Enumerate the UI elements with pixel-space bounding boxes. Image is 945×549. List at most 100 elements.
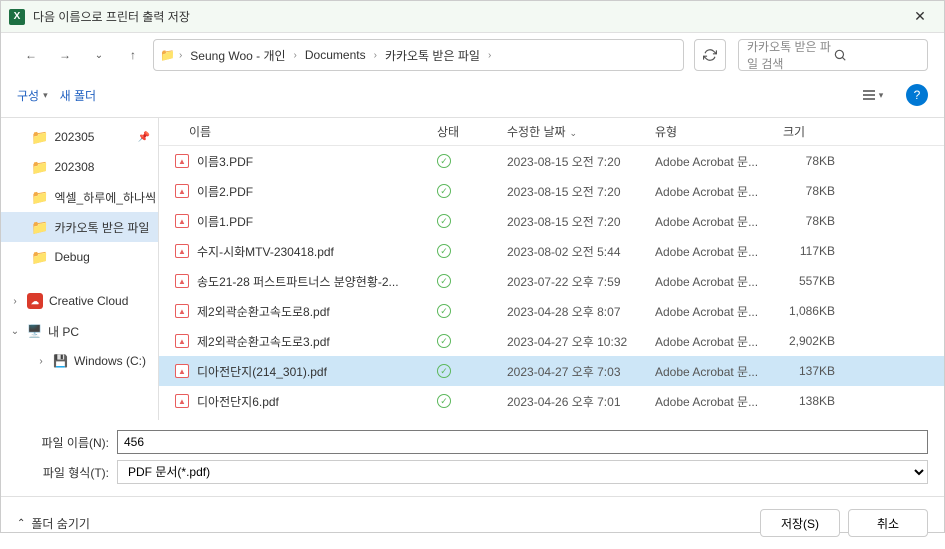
file-size: 78KB [775, 214, 855, 228]
recent-button[interactable]: ⌄ [85, 41, 113, 69]
file-list: 이름 상태 수정한 날짜⌄ 유형 크기 ▲이름3.PDF✓2023-08-15 … [159, 118, 944, 420]
sidebar-item[interactable]: 📁 카카오톡 받은 파일 [1, 212, 158, 242]
file-name: 수지-시화MTV-230418.pdf [197, 243, 334, 260]
close-button[interactable]: ✕ [904, 1, 936, 33]
file-type: Adobe Acrobat 문... [647, 183, 775, 200]
pdf-icon: ▲ [175, 154, 189, 168]
sidebar-group[interactable]: ⌄ 🖥️ 내 PC [1, 316, 158, 346]
sidebar-item[interactable]: 📁엑셀_하루에_하나씩 [1, 182, 158, 212]
file-date: 2023-04-28 오후 8:07 [499, 303, 647, 320]
sidebar-group[interactable]: ›☁Creative Cloud [1, 286, 158, 316]
organize-label: 구성 [17, 87, 39, 104]
sync-ok-icon: ✓ [437, 214, 451, 228]
file-size: 78KB [775, 154, 855, 168]
col-size-header[interactable]: 크기 [775, 123, 855, 140]
search-input[interactable]: 카카오톡 받은 파일 검색 [738, 39, 928, 71]
file-size: 137KB [775, 364, 855, 378]
breadcrumb-item[interactable]: 카카오톡 받은 파일 [381, 43, 484, 68]
chevron-down-icon: ▾ [43, 90, 48, 101]
sidebar-child[interactable]: › 💾 Windows (C:) [1, 346, 158, 376]
sync-ok-icon: ✓ [437, 154, 451, 168]
window-title: 다음 이름으로 프린터 출력 저장 [33, 8, 904, 25]
chevron-right-icon: › [488, 50, 491, 61]
filename-label: 파일 이름(N): [17, 434, 117, 451]
breadcrumb-item[interactable]: Seung Woo - 개인 [186, 43, 289, 68]
filename-input[interactable] [117, 430, 928, 454]
file-row[interactable]: ▲디아전단지(214_301).pdf✓2023-04-27 오후 7:03Ad… [159, 356, 944, 386]
help-button[interactable]: ? [906, 84, 928, 106]
col-date-header[interactable]: 수정한 날짜⌄ [499, 123, 647, 140]
chevron-right-icon: › [294, 50, 297, 61]
sidebar-item[interactable]: 📁 Debug [1, 242, 158, 272]
chevron-right-icon: › [179, 50, 182, 61]
file-name: 디아전단지(214_301).pdf [197, 363, 327, 380]
expand-icon[interactable]: ⌄ [9, 326, 21, 337]
file-row[interactable]: ▲송도21-28 퍼스트파트너스 분양현황-2...✓2023-07-22 오후… [159, 266, 944, 296]
filetype-select[interactable]: PDF 문서(*.pdf) [117, 460, 928, 484]
pdf-icon: ▲ [175, 394, 189, 408]
refresh-icon [703, 48, 717, 62]
file-name: 이름3.PDF [197, 153, 253, 170]
file-date: 2023-08-02 오전 5:44 [499, 243, 647, 260]
file-size: 2,902KB [775, 334, 855, 348]
view-options-button[interactable]: ▾ [858, 81, 886, 109]
col-type-header[interactable]: 유형 [647, 123, 775, 140]
file-row[interactable]: ▲디아전단지6.pdf✓2023-04-26 오후 7:01Adobe Acro… [159, 386, 944, 416]
sort-desc-icon: ⌄ [570, 128, 578, 138]
drive-icon: 💾 [53, 354, 68, 368]
pdf-icon: ▲ [175, 244, 189, 258]
file-row[interactable]: ▲제2외곽순환고속도로8.pdf✓2023-04-28 오후 8:07Adobe… [159, 296, 944, 326]
file-type: Adobe Acrobat 문... [647, 213, 775, 230]
nav-bar: ← → ⌄ ↑ 📁 › Seung Woo - 개인 › Documents ›… [1, 33, 944, 77]
sidebar-child-label: Windows (C:) [74, 354, 146, 368]
pdf-icon: ▲ [175, 274, 189, 288]
sidebar-item-label: 카카오톡 받은 파일 [54, 219, 149, 236]
sidebar-group-label: 내 PC [48, 323, 79, 340]
col-status-header[interactable]: 상태 [429, 123, 499, 140]
expand-icon[interactable]: › [35, 356, 47, 367]
file-row[interactable]: ▲수지-시화MTV-230418.pdf✓2023-08-02 오전 5:44A… [159, 236, 944, 266]
col-name-header[interactable]: 이름 [159, 123, 429, 140]
list-icon [861, 87, 877, 103]
forward-button[interactable]: → [51, 41, 79, 69]
folder-icon: 📁 [31, 219, 48, 236]
file-date: 2023-07-22 오후 7:59 [499, 273, 647, 290]
sidebar-item-label: 202308 [54, 160, 94, 174]
up-button[interactable]: ↑ [119, 41, 147, 69]
file-size: 1,086KB [775, 304, 855, 318]
new-folder-button[interactable]: 새 폴더 [60, 87, 96, 104]
expand-icon[interactable]: › [9, 296, 21, 307]
organize-menu[interactable]: 구성 ▾ [17, 87, 48, 104]
group-icon: 🖥️ [27, 324, 42, 338]
file-row[interactable]: ▲제2외곽순환고속도로3.pdf✓2023-04-27 오후 10:32Adob… [159, 326, 944, 356]
folder-icon: 📁 [31, 159, 48, 176]
sidebar-item-label: Debug [54, 250, 89, 264]
file-name: 제2외곽순환고속도로3.pdf [197, 333, 330, 350]
file-name: 이름2.PDF [197, 183, 253, 200]
chevron-up-icon: ⌃ [17, 518, 25, 529]
breadcrumb[interactable]: 📁 › Seung Woo - 개인 › Documents › 카카오톡 받은… [153, 39, 684, 71]
pdf-icon: ▲ [175, 304, 189, 318]
folder-icon: 📁 [31, 249, 48, 266]
sidebar-item-label: 엑셀_하루에_하나씩 [54, 189, 156, 206]
breadcrumb-item[interactable]: Documents [301, 44, 370, 66]
file-row[interactable]: ▲이름1.PDF✓2023-08-15 오전 7:20Adobe Acrobat… [159, 206, 944, 236]
file-row[interactable]: ▲이름3.PDF✓2023-08-15 오전 7:20Adobe Acrobat… [159, 146, 944, 176]
sync-ok-icon: ✓ [437, 274, 451, 288]
back-button[interactable]: ← [17, 41, 45, 69]
hide-folders-button[interactable]: ⌃ 폴더 숨기기 [17, 515, 90, 532]
pdf-icon: ▲ [175, 364, 189, 378]
pdf-icon: ▲ [175, 334, 189, 348]
chevron-down-icon: ▾ [879, 90, 884, 101]
file-type: Adobe Acrobat 문... [647, 363, 775, 380]
file-row[interactable]: ▲이름2.PDF✓2023-08-15 오전 7:20Adobe Acrobat… [159, 176, 944, 206]
file-type: Adobe Acrobat 문... [647, 273, 775, 290]
toolbar: 구성 ▾ 새 폴더 ▾ ? [1, 77, 944, 118]
file-type: Adobe Acrobat 문... [647, 303, 775, 320]
sidebar-item[interactable]: 📁 202308 [1, 152, 158, 182]
sync-ok-icon: ✓ [437, 364, 451, 378]
main-content: 📁202305📌 📁 202308 📁엑셀_하루에_하나씩 📁 카카오톡 받은 파일 📁 De… [1, 118, 944, 420]
sidebar-item[interactable]: 📁202305📌 [1, 122, 158, 152]
file-list-body[interactable]: ▲이름3.PDF✓2023-08-15 오전 7:20Adobe Acrobat… [159, 146, 944, 420]
refresh-button[interactable] [694, 39, 726, 71]
